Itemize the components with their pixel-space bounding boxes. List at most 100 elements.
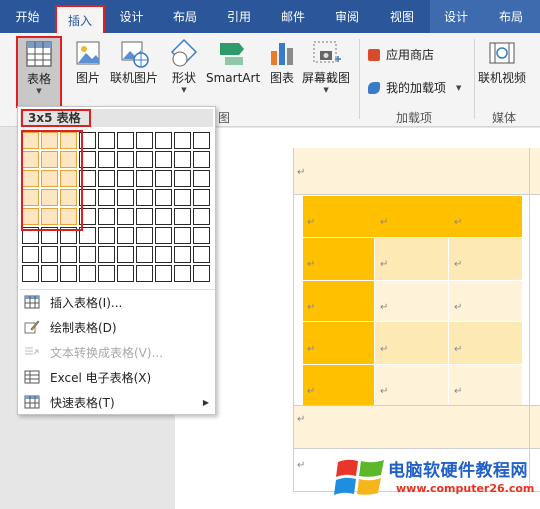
smartart-button[interactable]: SmartArt [206, 37, 260, 86]
grid-cell[interactable] [155, 208, 172, 225]
table-cell[interactable] [522, 196, 540, 237]
grid-cell[interactable] [136, 208, 153, 225]
screenshot-button[interactable]: 屏幕截图 ▼ [302, 37, 350, 94]
grid-cell[interactable] [174, 151, 191, 168]
grid-cell[interactable] [155, 132, 172, 149]
grid-cell[interactable] [174, 189, 191, 206]
shapes-button[interactable]: 形状 ▼ [168, 37, 200, 94]
grid-cell[interactable] [155, 170, 172, 187]
table-cell[interactable] [449, 365, 522, 405]
grid-cell[interactable] [79, 246, 96, 263]
tab-design[interactable]: 设计 [105, 0, 158, 33]
table-cell[interactable] [449, 281, 522, 321]
grid-cell[interactable] [117, 208, 134, 225]
grid-cell[interactable] [136, 132, 153, 149]
my-addins-button[interactable]: 我的加载项 ▼ [368, 79, 461, 96]
grid-cell[interactable] [193, 246, 210, 263]
grid-cell[interactable] [79, 265, 96, 282]
table-cell[interactable] [375, 322, 448, 364]
grid-cell[interactable] [136, 246, 153, 263]
grid-cell[interactable] [117, 227, 134, 244]
grid-cell[interactable] [60, 246, 77, 263]
grid-cell[interactable] [117, 151, 134, 168]
grid-cell[interactable] [193, 189, 210, 206]
grid-cell[interactable] [193, 132, 210, 149]
grid-cell[interactable] [117, 189, 134, 206]
tab-references[interactable]: 引用 [212, 0, 266, 33]
grid-cell[interactable] [117, 132, 134, 149]
excel-spreadsheet-menu-item[interactable]: Excel 电子表格(X) [20, 365, 215, 389]
grid-cell[interactable] [98, 151, 115, 168]
grid-cell[interactable] [193, 208, 210, 225]
grid-cell[interactable] [98, 208, 115, 225]
picture-button[interactable]: 图片 [72, 37, 104, 86]
paragraph-mark: ↵ [380, 217, 389, 228]
paragraph-mark: ↵ [307, 344, 316, 355]
grid-cell[interactable] [98, 227, 115, 244]
tab-layout[interactable]: 布局 [158, 0, 212, 33]
tab-insert[interactable]: 插入 [55, 5, 105, 33]
table-header-band[interactable] [293, 148, 540, 194]
grid-cell[interactable] [117, 170, 134, 187]
grid-cell[interactable] [155, 189, 172, 206]
draw-table-menu-item[interactable]: 绘制表格(D) [20, 315, 215, 339]
app-store-button[interactable]: 应用商店 [368, 46, 434, 63]
grid-cell[interactable] [22, 246, 39, 263]
quick-tables-menu-item[interactable]: 快速表格(T) ▶ [20, 390, 215, 414]
grid-cell[interactable] [98, 170, 115, 187]
table-cell[interactable] [303, 365, 374, 405]
grid-cell[interactable] [136, 227, 153, 244]
grid-cell[interactable] [193, 227, 210, 244]
table-cell[interactable] [375, 281, 448, 321]
online-picture-button[interactable]: 联机图片 [110, 37, 158, 86]
grid-cell[interactable] [117, 246, 134, 263]
grid-cell[interactable] [41, 265, 58, 282]
grid-cell[interactable] [98, 246, 115, 263]
grid-cell[interactable] [60, 265, 77, 282]
insert-table-menu-item[interactable]: 插入表格(I)... [20, 290, 215, 314]
tab-view[interactable]: 视图 [374, 0, 430, 33]
table-title-row[interactable] [303, 196, 522, 237]
grid-cell[interactable] [193, 151, 210, 168]
grid-cell[interactable] [174, 227, 191, 244]
grid-cell[interactable] [136, 151, 153, 168]
grid-cell[interactable] [193, 265, 210, 282]
grid-cell[interactable] [98, 132, 115, 149]
table-cell[interactable] [303, 322, 374, 364]
tab-home[interactable]: 开始 [0, 0, 55, 33]
tab-review[interactable]: 审阅 [320, 0, 374, 33]
chart-button[interactable]: 图表 [266, 37, 298, 86]
table-cell[interactable] [449, 322, 522, 364]
grid-cell[interactable] [174, 246, 191, 263]
tab-table-design[interactable]: 设计 [430, 0, 482, 33]
tab-table-layout[interactable]: 布局 [482, 0, 540, 33]
online-video-button[interactable]: 联机视频 [478, 37, 526, 86]
grid-cell[interactable] [155, 227, 172, 244]
grid-cell[interactable] [98, 189, 115, 206]
grid-cell[interactable] [174, 170, 191, 187]
grid-cell[interactable] [117, 265, 134, 282]
grid-cell[interactable] [174, 265, 191, 282]
grid-cell[interactable] [155, 265, 172, 282]
grid-cell[interactable] [155, 246, 172, 263]
grid-cell[interactable] [193, 170, 210, 187]
convert-text-to-table-menu-item[interactable]: 文本转换成表格(V)... [20, 340, 215, 364]
tab-mailings[interactable]: 邮件 [266, 0, 320, 33]
pencil-icon [24, 320, 40, 334]
grid-cell[interactable] [136, 265, 153, 282]
group-label-media: 媒体 [492, 111, 517, 125]
table-cell[interactable] [522, 238, 540, 405]
grid-cell[interactable] [174, 208, 191, 225]
grid-cell[interactable] [155, 151, 172, 168]
table-footer-band[interactable] [293, 406, 540, 448]
table-cell[interactable] [303, 281, 374, 321]
table-cell[interactable] [375, 365, 448, 405]
table-button[interactable]: 表格 ▼ [16, 36, 62, 108]
grid-cell[interactable] [136, 189, 153, 206]
grid-cell[interactable] [174, 132, 191, 149]
grid-cell[interactable] [22, 265, 39, 282]
grid-cell[interactable] [41, 246, 58, 263]
smartart-button-label: SmartArt [206, 71, 261, 85]
grid-cell[interactable] [136, 170, 153, 187]
grid-cell[interactable] [98, 265, 115, 282]
